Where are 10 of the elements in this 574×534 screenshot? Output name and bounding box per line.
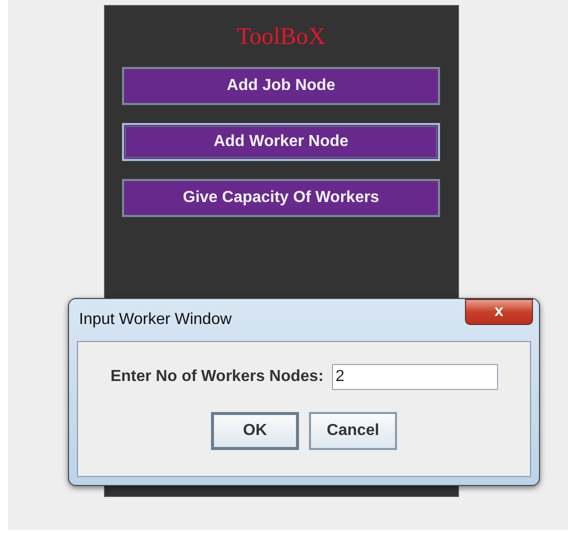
window-title: Input Worker Window bbox=[79, 311, 232, 329]
input-field[interactable]: 2 bbox=[332, 364, 498, 390]
field-label: Enter No of Workers Nodes: bbox=[110, 368, 324, 386]
toolbox-title: ToolBoX bbox=[236, 24, 326, 51]
close-button[interactable]: x bbox=[465, 299, 533, 325]
toolbox-button[interactable]: Add Job Node bbox=[122, 67, 440, 105]
toolbox-button[interactable]: Add Worker Node bbox=[122, 123, 440, 161]
toolbox-button[interactable]: Give Capacity Of Workers bbox=[122, 179, 440, 217]
dialog-button[interactable]: OK bbox=[211, 412, 299, 450]
dialog-button[interactable]: Cancel bbox=[309, 412, 397, 450]
